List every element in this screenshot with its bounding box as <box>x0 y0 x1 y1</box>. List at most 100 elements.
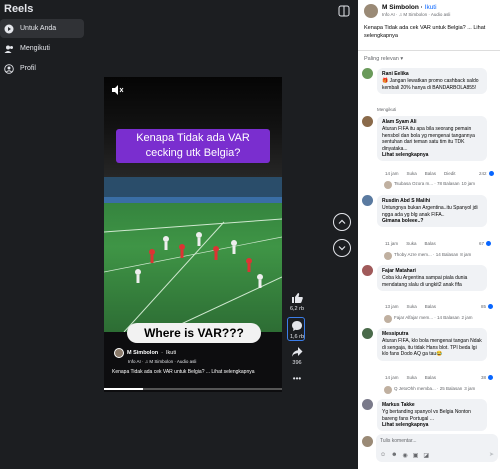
sticker2-icon[interactable]: ◪ <box>423 452 429 459</box>
video-audio-info[interactable]: Info AI · ♫ M Simbolon · Audio asli <box>128 359 196 364</box>
video-caption-top: Kenapa Tidak ada VAR cecking utk Belgia? <box>116 129 270 163</box>
post-description[interactable]: Kenapa Tidak ada cek VAR untuk Belgia? .… <box>364 24 498 40</box>
see-more-link[interactable]: Lihat selengkapnya <box>382 152 482 158</box>
comment-item: Rani Eelika 🎁 Jangan lewatkan promo cash… <box>362 68 487 94</box>
gif-icon[interactable]: ▣ <box>413 452 419 459</box>
comment-text: Yg bertanding spanyol vs Belgia Nonton b… <box>382 409 471 422</box>
thumbs-up-icon <box>292 293 303 303</box>
reaction-count[interactable]: 38 <box>481 375 494 380</box>
reaction-count-value: 85 <box>481 304 487 309</box>
post-audio-info[interactable]: Info AI · ♫ M Simbolon · Audio asli <box>382 12 450 17</box>
video-progress-bar[interactable] <box>104 388 282 390</box>
view-replies-link[interactable]: Fajar Alfajar mem... · 14 Balasan 2 jam <box>384 315 473 323</box>
post-author-name[interactable]: M Simbolon <box>382 4 419 11</box>
reply-link[interactable]: Balas <box>425 171 436 176</box>
comment-button[interactable]: 1,6 rb <box>287 320 307 340</box>
emoji-icon[interactable]: ☻ <box>391 452 397 459</box>
like-reaction-icon <box>488 171 494 176</box>
comment-author[interactable]: Rani Eelika <box>382 71 482 77</box>
view-replies-link[interactable]: Tsubasa Ozora m... · 78 Balasan 10 jam <box>384 181 475 189</box>
avatar[interactable] <box>362 399 373 410</box>
reply-link[interactable]: Balas <box>425 304 436 309</box>
next-reel-button[interactable] <box>333 239 351 257</box>
see-more-link[interactable]: Lihat selengkapnya <box>382 422 482 428</box>
sticker-icon[interactable]: ☺ <box>380 452 386 459</box>
nav-profile[interactable]: Profil <box>0 59 84 78</box>
comment-meta: 13 jam Suka Balas <box>385 304 436 309</box>
nav-profile-label: Profil <box>20 65 36 72</box>
comment-author[interactable]: Fajar Matahari <box>382 268 482 274</box>
nav-following[interactable]: Mengikuti <box>0 39 84 58</box>
comment-author[interactable]: Rusdin Abd S Malihi <box>382 198 482 204</box>
comment-meta: 14 jam Suka Balas Diedit <box>385 171 456 176</box>
comment-author[interactable]: Markus Takke <box>382 402 482 408</box>
video-author-row: M Simbolon · Ikuti <box>114 348 176 358</box>
like-reaction-icon <box>488 375 494 380</box>
avatar[interactable] <box>362 116 373 127</box>
comment-meta: 11 jam Suka Balas <box>385 241 436 246</box>
reply-time: 2 jam <box>461 315 473 320</box>
comment-meta-item[interactable]: Mengikuti <box>377 107 396 112</box>
comment-item: Fajar Matahari Coba klu Argentina sampai… <box>362 265 487 291</box>
reply-link[interactable]: Balas <box>425 375 436 380</box>
avatar[interactable] <box>362 328 373 339</box>
view-replies-link[interactable]: Thoby Azre mem... · 14 Balasan 8 jam <box>384 252 471 260</box>
comment-input-placeholder: Tulis komentar... <box>380 438 417 444</box>
profile-icon <box>4 63 14 74</box>
comment-item: Rusdin Abd S Malihi Untungnya bukan Arge… <box>362 195 487 227</box>
nav-for-you[interactable]: Untuk Anda <box>0 19 84 38</box>
share-icon <box>292 347 303 357</box>
reaction-count[interactable]: 242 <box>479 171 494 176</box>
like-link[interactable]: Suka <box>407 304 417 309</box>
comment-item: Alam Syam Ali Aturan FIFA itu apa bila s… <box>362 116 487 161</box>
send-icon[interactable]: ➤ <box>489 451 494 458</box>
avatar[interactable] <box>362 265 373 276</box>
replies-summary: Thoby Azre mem... · 14 Balasan <box>394 252 459 257</box>
video-follow-link[interactable]: Ikuti <box>166 350 176 356</box>
reply-link[interactable]: Balas <box>424 241 435 246</box>
comment-author[interactable]: Messiputra <box>382 331 482 337</box>
replies-summary: Q JetoOhh memba... · 25 Balasan <box>394 386 463 391</box>
avatar[interactable] <box>114 348 124 358</box>
comment-text: Aturan FIFA, klo bola mengenai tangan Nd… <box>382 338 482 357</box>
view-replies-link[interactable]: Q JetoOhh memba... · 25 Balasan 3 jam <box>384 386 475 394</box>
avatar[interactable] <box>362 68 373 79</box>
avatar <box>384 386 392 394</box>
edited-label: Diedit <box>444 171 456 176</box>
post-header: M Simbolon · Ikuti Info AI · ♫ M Simbolo… <box>364 4 450 18</box>
divider <box>358 50 500 51</box>
comment-sort-dropdown[interactable]: Paling relevan ▾ <box>364 56 403 62</box>
collapse-panel-icon[interactable] <box>338 5 350 17</box>
previous-reel-button[interactable] <box>333 213 351 231</box>
video-description[interactable]: Kenapa Tidak ada cek VAR untuk Belgia? .… <box>112 369 272 376</box>
avatar[interactable] <box>364 4 378 18</box>
reaction-count[interactable]: 67 <box>479 241 492 246</box>
like-button[interactable]: 6,2 rb <box>287 292 307 312</box>
comment-time: 14 jam <box>385 171 399 176</box>
reply-time: 3 jam <box>464 386 476 391</box>
like-link[interactable]: Suka <box>407 171 417 176</box>
avatar <box>384 252 392 260</box>
video-author-name[interactable]: M Simbolon <box>127 350 158 356</box>
composer-icons: ☺ ☻ ◉ ▣ ◪ <box>380 452 429 459</box>
play-icon <box>4 24 14 34</box>
like-link[interactable]: Suka <box>406 241 416 246</box>
comment-author[interactable]: Alam Syam Ali <box>382 119 482 125</box>
avatar[interactable] <box>362 195 373 206</box>
reel-video[interactable]: Kenapa Tidak ada VAR cecking utk Belgia? <box>104 77 282 392</box>
like-reaction-icon <box>488 304 494 309</box>
avatar <box>362 436 373 447</box>
share-button[interactable]: 396 <box>287 346 307 366</box>
mute-icon[interactable] <box>110 83 124 97</box>
comment-composer: Tulis komentar... ☺ ☻ ◉ ▣ ◪ ➤ <box>362 432 498 468</box>
camera-icon[interactable]: ◉ <box>402 452 407 459</box>
comment-time: 11 jam <box>385 241 399 246</box>
reply-time: 10 jam <box>461 181 476 186</box>
comment-bubble: Messiputra Aturan FIFA, klo bola mengena… <box>377 328 487 361</box>
reply-time: 8 jam <box>460 252 472 257</box>
comment-input[interactable]: Tulis komentar... ☺ ☻ ◉ ▣ ◪ ➤ <box>376 434 498 462</box>
follow-link[interactable]: Ikuti <box>425 4 437 11</box>
more-options-button[interactable]: ••• <box>287 374 307 383</box>
reaction-count[interactable]: 85 <box>481 304 494 309</box>
like-link[interactable]: Suka <box>407 375 417 380</box>
